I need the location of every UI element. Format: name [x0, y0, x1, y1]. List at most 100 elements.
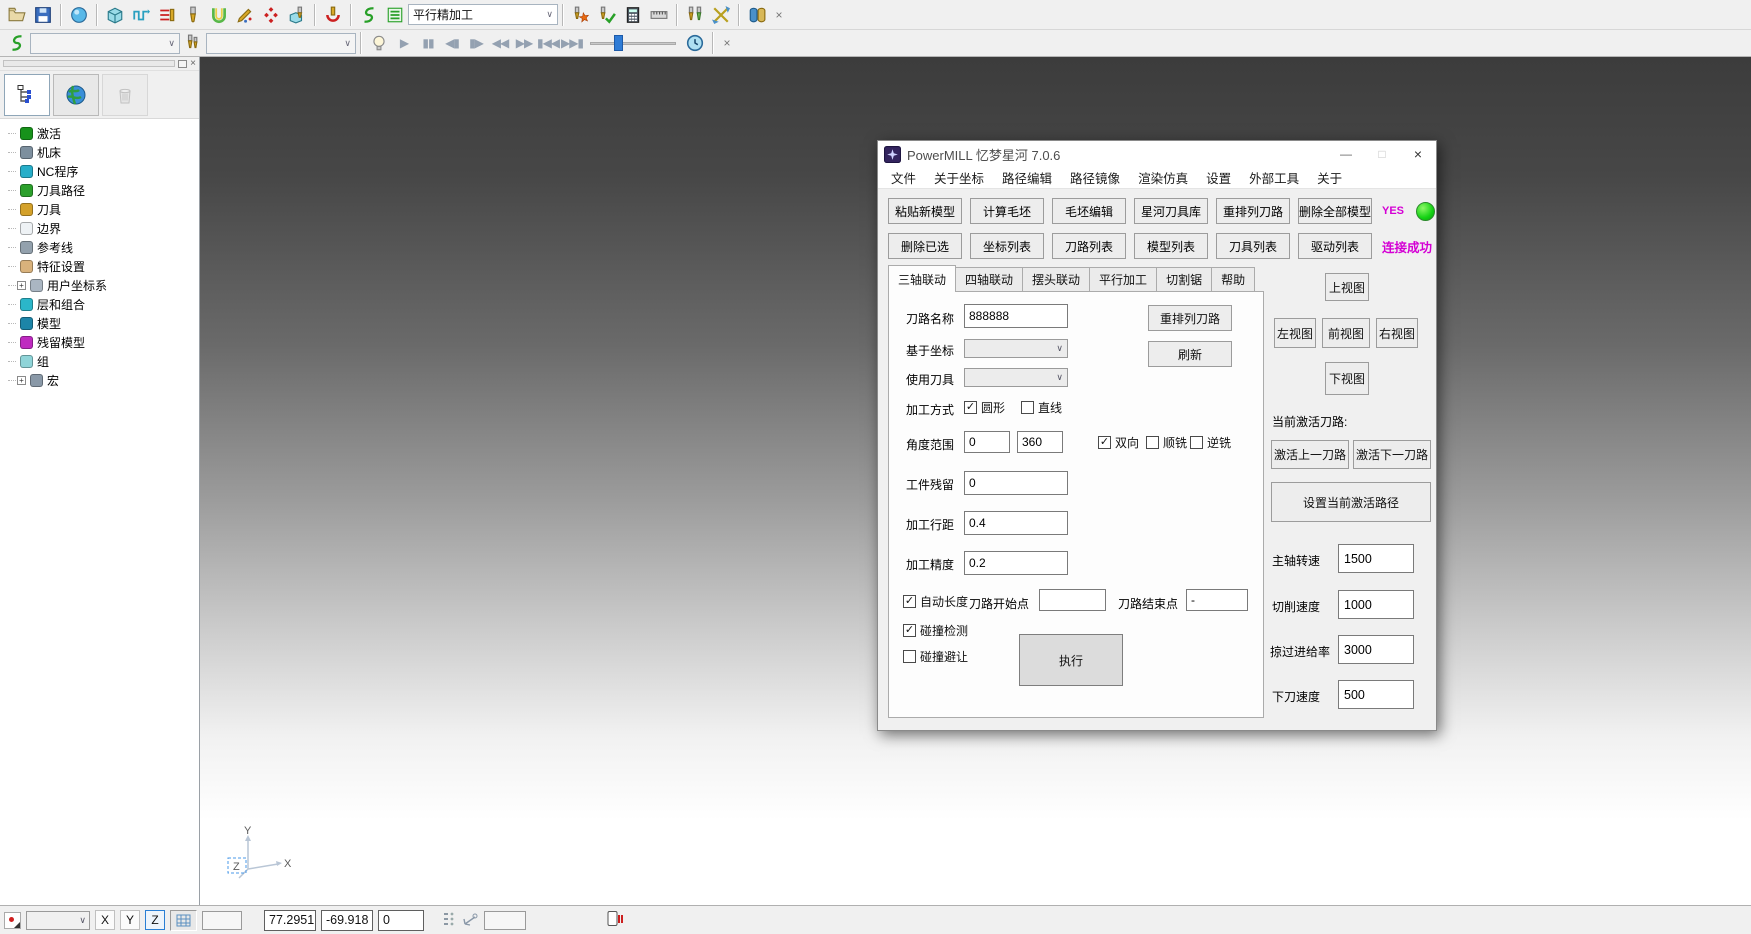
cutting-speed-input[interactable] — [1338, 590, 1414, 619]
stock-remain-input[interactable] — [964, 471, 1068, 495]
plunge-speed-input[interactable] — [1338, 680, 1414, 709]
grid-toggle-button[interactable] — [170, 910, 197, 931]
tolerance-input[interactable] — [964, 551, 1068, 575]
circle-checkbox[interactable]: ✓ — [964, 401, 977, 414]
quick-button[interactable]: 坐标列表 — [970, 233, 1044, 259]
save-project-icon[interactable] — [30, 3, 56, 27]
activate-next-toolpath-button[interactable]: 激活下一刀路 — [1353, 440, 1431, 469]
stepover-input[interactable] — [964, 511, 1068, 535]
tree-item[interactable]: + 参考线 — [8, 238, 199, 257]
collision-check-checkbox[interactable]: ✓ — [903, 624, 916, 637]
tree-item[interactable]: + 刀具 — [8, 200, 199, 219]
workplane-indicator[interactable] — [4, 912, 21, 929]
slider-handle[interactable] — [614, 35, 623, 51]
activate-prev-toolpath-button[interactable]: 激活上一刀路 — [1271, 440, 1349, 469]
strategy-tab[interactable]: 平行加工 — [1089, 267, 1157, 292]
axis-toggle-button[interactable]: Y — [120, 910, 140, 930]
feeds-speeds-icon[interactable] — [154, 3, 180, 27]
tree-item[interactable]: + 层和组合 — [8, 295, 199, 314]
line-checkbox[interactable]: ✓ — [1021, 401, 1034, 414]
menu-item[interactable]: 关于坐标 — [925, 168, 993, 187]
mode-circle-option[interactable]: ✓ 圆形 — [964, 399, 1005, 416]
tool-verify-icon[interactable] — [594, 3, 620, 27]
viewport-3d[interactable]: Y X Z PowerMILL 忆梦星河 7.0.6 — □ × 文件关于坐标路… — [200, 57, 1751, 905]
axis-toggle-button[interactable]: Z — [145, 910, 165, 930]
quick-button[interactable]: 删除已选 — [888, 233, 962, 259]
auto-length-option[interactable]: ✓ 自动长度 — [903, 593, 968, 610]
panel-close-icon[interactable]: × — [190, 59, 196, 69]
end-point-input[interactable] — [1186, 589, 1248, 611]
stock-cylinders-icon[interactable] — [744, 3, 770, 27]
open-project-icon[interactable] — [4, 3, 30, 27]
go-start-icon[interactable]: ▮◀◀ — [536, 32, 560, 54]
play-icon[interactable]: ▶ — [392, 32, 416, 54]
explorer-tree-tab[interactable] — [4, 74, 50, 116]
menu-item[interactable]: 路径镜像 — [1061, 168, 1129, 187]
conventional-option[interactable]: ✓ 逆铣 — [1190, 434, 1231, 451]
menu-item[interactable]: 渲染仿真 — [1129, 168, 1197, 187]
strategy-tab[interactable]: 摆头联动 — [1022, 267, 1090, 292]
points-icon[interactable] — [258, 3, 284, 27]
measure-axis-icon[interactable] — [462, 911, 479, 930]
tool-change-icon[interactable] — [682, 3, 708, 27]
view-bottom-button[interactable]: 下视图 — [1325, 362, 1369, 395]
step-forward-icon[interactable]: ▮▶ — [464, 32, 488, 54]
tool-holder-icon[interactable] — [320, 3, 346, 27]
start-point-input[interactable] — [1039, 589, 1106, 611]
menu-item[interactable]: 设置 — [1197, 168, 1240, 187]
minimize-icon[interactable]: — — [1328, 141, 1364, 167]
menu-item[interactable]: 关于 — [1308, 168, 1351, 187]
quick-button[interactable]: 刀具列表 — [1216, 233, 1290, 259]
quick-button[interactable]: 计算毛坯 — [970, 198, 1044, 224]
strategy-tab[interactable]: 切割锯 — [1156, 267, 1212, 292]
block-icon[interactable] — [102, 3, 128, 27]
sim-toolbar-close-icon[interactable]: × — [718, 34, 736, 52]
quick-button[interactable]: 删除全部模型 — [1298, 198, 1372, 224]
tree-item[interactable]: + 组 — [8, 352, 199, 371]
tree-item[interactable]: + 边界 — [8, 219, 199, 238]
quick-button[interactable]: 毛坯编辑 — [1052, 198, 1126, 224]
view-right-button[interactable]: 右视图 — [1376, 318, 1418, 348]
axis-toggle-button[interactable]: X — [95, 910, 115, 930]
menu-item[interactable]: 文件 — [882, 168, 925, 187]
quick-button[interactable]: 星河刀具库 — [1134, 198, 1208, 224]
calculator-icon[interactable] — [620, 3, 646, 27]
tree-item[interactable]: + 宏 — [8, 371, 199, 390]
strategy-tab[interactable]: 四轴联动 — [955, 267, 1023, 292]
strategy-tab[interactable]: 三轴联动 — [888, 265, 956, 292]
strategy-tab[interactable]: 帮助 — [1211, 267, 1255, 292]
step-back-icon[interactable]: ◀▮ — [440, 32, 464, 54]
panel-drag-handle[interactable] — [3, 60, 175, 67]
conventional-checkbox[interactable]: ✓ — [1190, 436, 1203, 449]
sim-toolpath-dropdown[interactable]: ∨ — [30, 33, 180, 54]
view-front-button[interactable]: 前视图 — [1322, 318, 1370, 348]
toolpath-strategy-icon[interactable] — [128, 3, 154, 27]
lightbulb-icon[interactable] — [366, 31, 392, 55]
shaded-view-icon[interactable] — [66, 3, 92, 27]
view-left-button[interactable]: 左视图 — [1274, 318, 1316, 348]
expand-icon[interactable]: + — [17, 281, 26, 290]
spindle-speed-input[interactable] — [1338, 544, 1414, 573]
collision-avoid-option[interactable]: ✓ 碰撞避让 — [903, 648, 968, 665]
panel-float-icon[interactable] — [178, 60, 187, 68]
tolerance-field[interactable] — [484, 911, 526, 930]
quick-button[interactable]: 驱动列表 — [1298, 233, 1372, 259]
climb-option[interactable]: ✓ 顺铣 — [1146, 434, 1187, 451]
angle-from-input[interactable] — [964, 431, 1010, 453]
go-end-icon[interactable]: ▶▶▮ — [560, 32, 584, 54]
quick-button[interactable]: 重排列刀路 — [1216, 198, 1290, 224]
bidirectional-option[interactable]: ✓ 双向 — [1098, 434, 1139, 451]
menu-item[interactable]: 外部工具 — [1240, 168, 1308, 187]
tree-item[interactable]: + 机床 — [8, 143, 199, 162]
collision-check-option[interactable]: ✓ 碰撞检测 — [903, 622, 968, 639]
xyz-list-icon[interactable] — [442, 911, 457, 930]
auto-length-checkbox[interactable]: ✓ — [903, 595, 916, 608]
tool-icon[interactable] — [180, 3, 206, 27]
sim-tool-dropdown[interactable]: ∨ — [206, 33, 356, 54]
quick-button[interactable]: 粘贴新模型 — [888, 198, 962, 224]
tree-item[interactable]: + 刀具路径 — [8, 181, 199, 200]
menu-item[interactable]: 路径编辑 — [993, 168, 1061, 187]
execute-button[interactable]: 执行 — [1019, 634, 1123, 686]
toolbar-close-icon[interactable]: × — [770, 6, 788, 24]
rearrange-toolpath-button[interactable]: 重排列刀路 — [1148, 305, 1232, 331]
